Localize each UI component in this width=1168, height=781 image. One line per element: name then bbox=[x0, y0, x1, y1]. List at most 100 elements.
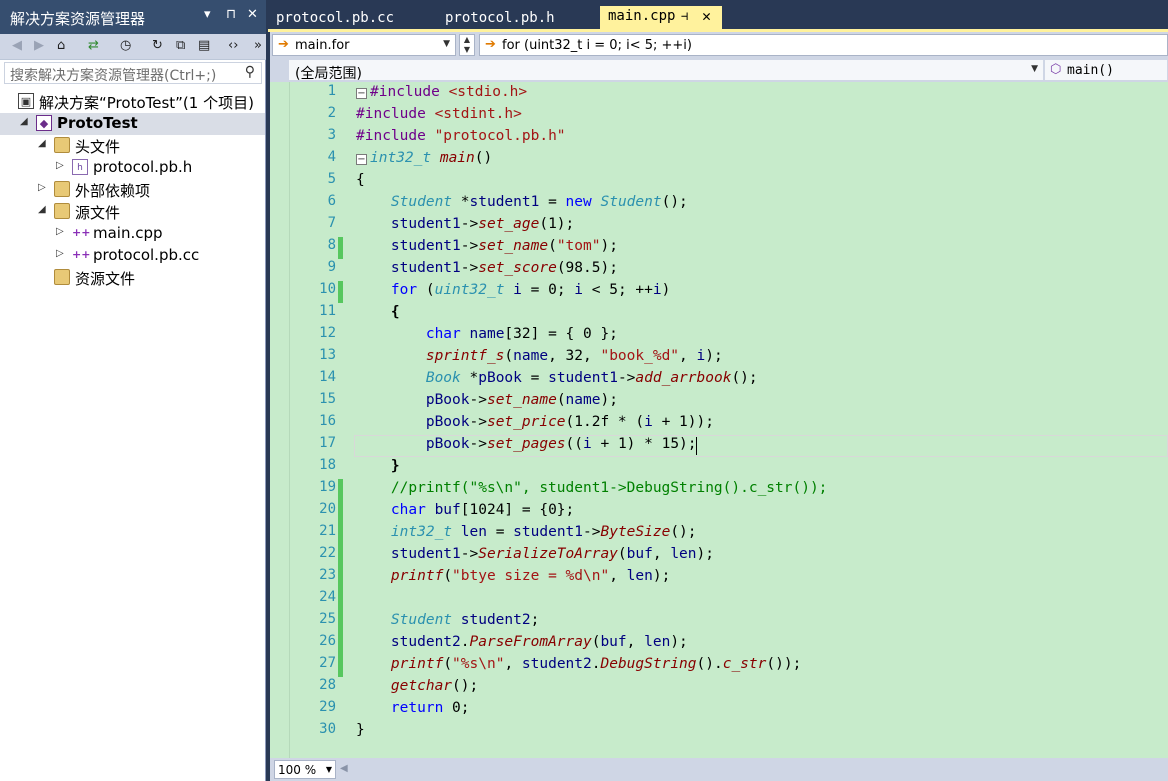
code-line[interactable]: char name[32] = { 0 }; bbox=[356, 326, 618, 342]
collapse-outline-icon[interactable]: − bbox=[356, 154, 367, 165]
code-line[interactable]: sprintf_s(name, 32, "book_%d", i); bbox=[356, 348, 723, 364]
code-line[interactable]: { bbox=[356, 304, 400, 320]
tree-item[interactable]: ▷ 外部依赖项 bbox=[0, 179, 265, 201]
change-marker bbox=[338, 567, 343, 589]
code-line[interactable]: char buf[1024] = {0}; bbox=[356, 502, 574, 518]
code-line[interactable]: } bbox=[356, 722, 365, 738]
code-line[interactable]: Student student2; bbox=[356, 612, 539, 628]
chevron-down-icon[interactable]: ▼ bbox=[326, 765, 332, 774]
window-position-dropdown-icon[interactable]: ▾ bbox=[204, 7, 211, 22]
back-icon[interactable]: ◀ bbox=[12, 38, 22, 53]
pending-changes-icon[interactable]: ◷ bbox=[120, 38, 131, 53]
code-line[interactable]: #include "protocol.pb.h" bbox=[356, 128, 566, 144]
forward-icon[interactable]: ▶ bbox=[34, 38, 44, 53]
code-line[interactable]: } bbox=[356, 458, 400, 474]
view-code-icon[interactable]: ‹› bbox=[228, 38, 238, 53]
line-number: 14 bbox=[319, 369, 336, 385]
overflow-icon[interactable]: » bbox=[254, 38, 262, 53]
tree-item[interactable]: ◢ 源文件 bbox=[0, 201, 265, 223]
scope-combo[interactable]: ➔ main.for ▼ bbox=[272, 34, 456, 56]
function-combo[interactable]: ⬡ main() bbox=[1044, 59, 1168, 81]
folder-icon bbox=[54, 137, 70, 153]
code-line[interactable]: { bbox=[356, 172, 365, 188]
pin-tab-icon[interactable]: ⊣ bbox=[681, 9, 688, 23]
line-number: 4 bbox=[327, 149, 336, 165]
tree-item[interactable]: ▷ ++ main.cpp bbox=[0, 223, 265, 245]
global-scope-combo[interactable]: (全局范围) ▼ bbox=[288, 59, 1044, 81]
tree-item-label: ProtoTest bbox=[57, 114, 138, 132]
code-line[interactable]: student1->set_score(98.5); bbox=[356, 260, 618, 276]
collapse-outline-icon[interactable]: − bbox=[356, 88, 367, 99]
expanded-arrow-icon[interactable]: ◢ bbox=[38, 138, 46, 149]
scroll-left-icon[interactable]: ◀ bbox=[340, 763, 348, 774]
project-icon: ◆ bbox=[36, 115, 52, 131]
sync-icon[interactable]: ⇄ bbox=[88, 38, 99, 53]
expanded-arrow-icon[interactable]: ◢ bbox=[38, 204, 46, 215]
collapsed-arrow-icon[interactable]: ▷ bbox=[56, 248, 64, 259]
tab-protocol-pb-h[interactable]: protocol.pb.h bbox=[437, 8, 563, 30]
chevron-down-icon[interactable]: ▼ bbox=[1031, 64, 1038, 74]
code-line[interactable]: student2.ParseFromArray(buf, len); bbox=[356, 634, 688, 650]
tree-item[interactable]: ◢ 头文件 bbox=[0, 135, 265, 157]
tree-item-label: 外部依赖项 bbox=[75, 182, 151, 200]
pin-icon[interactable]: ⊓ bbox=[226, 7, 236, 22]
code-editor[interactable]: 1− #include <stdio.h> 2 #include <stdint.h>… bbox=[270, 82, 1168, 758]
panel-title: 解决方案资源管理器 bbox=[10, 10, 146, 28]
code-line[interactable]: #include <stdint.h> bbox=[356, 106, 522, 122]
code-line[interactable]: return 0; bbox=[356, 700, 470, 716]
search-icon[interactable]: ⚲ bbox=[245, 64, 255, 80]
zoom-level: 100 % bbox=[278, 763, 317, 777]
code-line[interactable]: printf("%s\n", student2.DebugString().c_… bbox=[356, 656, 801, 672]
tree-item[interactable]: ▷ ++ protocol.pb.cc bbox=[0, 245, 265, 267]
code-line[interactable]: int32_t len = student1->ByteSize(); bbox=[356, 524, 697, 540]
chevron-down-icon[interactable]: ▼ bbox=[443, 39, 450, 49]
code-line[interactable]: #include <stdio.h> bbox=[370, 84, 527, 100]
code-line[interactable]: int32_t main() bbox=[370, 150, 492, 166]
tree-item[interactable]: ▣ 解决方案“ProtoTest”(1 个项目) bbox=[0, 91, 265, 113]
tree-item-label: 资源文件 bbox=[75, 270, 136, 288]
refresh-icon[interactable]: ↻ bbox=[152, 38, 163, 53]
line-number: 1 bbox=[327, 83, 336, 99]
code-line[interactable]: pBook->set_name(name); bbox=[356, 392, 618, 408]
expanded-arrow-icon[interactable]: ◢ bbox=[20, 116, 28, 127]
tab-protocol-pb-cc[interactable]: protocol.pb.cc bbox=[268, 8, 402, 30]
code-line[interactable]: Book *pBook = student1->add_arrbook(); bbox=[356, 370, 758, 386]
tab-main-cpp[interactable]: main.cpp ⊣ ✕ bbox=[600, 6, 722, 30]
scope-spinner[interactable]: ▲ ▼ bbox=[459, 34, 475, 56]
close-tab-icon[interactable]: ✕ bbox=[702, 7, 711, 25]
close-icon[interactable]: ✕ bbox=[247, 7, 258, 22]
code-line[interactable]: printf("btye size = %d\n", len); bbox=[356, 568, 670, 584]
collapsed-arrow-icon[interactable]: ▷ bbox=[38, 182, 46, 193]
change-marker bbox=[338, 589, 343, 611]
tree-item[interactable]: ◢ ◆ ProtoTest bbox=[0, 113, 265, 135]
show-all-files-icon[interactable]: ▤ bbox=[198, 38, 210, 53]
code-line[interactable]: student1->set_name("tom"); bbox=[356, 238, 618, 254]
solution-search-input[interactable]: 搜索解决方案资源管理器(Ctrl+;) ⚲ bbox=[4, 62, 262, 84]
tree-item[interactable]: ▷ h protocol.pb.h bbox=[0, 157, 265, 179]
collapsed-arrow-icon[interactable]: ▷ bbox=[56, 160, 64, 171]
solution-explorer-title-bar: 解决方案资源管理器 ▾ ⊓ ✕ bbox=[0, 0, 266, 34]
code-line[interactable]: student1->SerializeToArray(buf, len); bbox=[356, 546, 714, 562]
change-marker bbox=[338, 501, 343, 523]
collapsed-arrow-icon[interactable]: ▷ bbox=[56, 226, 64, 237]
code-line[interactable]: pBook->set_pages((i + 1) * 15); bbox=[356, 436, 697, 452]
text-caret bbox=[696, 437, 698, 455]
navigation-bar: ➔ main.for ▼ ▲ ▼ ➔ for (uint32_t i = 0; i… bbox=[270, 32, 1168, 58]
code-line[interactable]: student1->set_age(1); bbox=[356, 216, 574, 232]
tree-item[interactable]: 资源文件 bbox=[0, 267, 265, 289]
code-line[interactable]: for (uint32_t i = 0; i < 5; ++i) bbox=[356, 282, 670, 298]
line-number: 25 bbox=[319, 611, 336, 627]
line-number: 21 bbox=[319, 523, 336, 539]
code-line[interactable]: //printf("%s\n", student1->DebugString()… bbox=[356, 480, 828, 496]
code-line[interactable]: Student *student1 = new Student(); bbox=[356, 194, 688, 210]
zoom-combo[interactable]: 100 % ▼ bbox=[274, 760, 336, 779]
home-icon[interactable]: ⌂ bbox=[57, 38, 65, 53]
folder-icon bbox=[54, 203, 70, 219]
member-combo[interactable]: ➔ for (uint32_t i = 0; i< 5; ++i) bbox=[479, 34, 1168, 56]
code-line[interactable]: pBook->set_price(1.2f * (i + 1)); bbox=[356, 414, 714, 430]
line-number: 12 bbox=[319, 325, 336, 341]
collapse-all-icon[interactable]: ⧉ bbox=[176, 38, 185, 53]
tab-label: main.cpp bbox=[608, 8, 676, 24]
code-line[interactable]: getchar(); bbox=[356, 678, 478, 694]
change-marker bbox=[338, 237, 343, 259]
